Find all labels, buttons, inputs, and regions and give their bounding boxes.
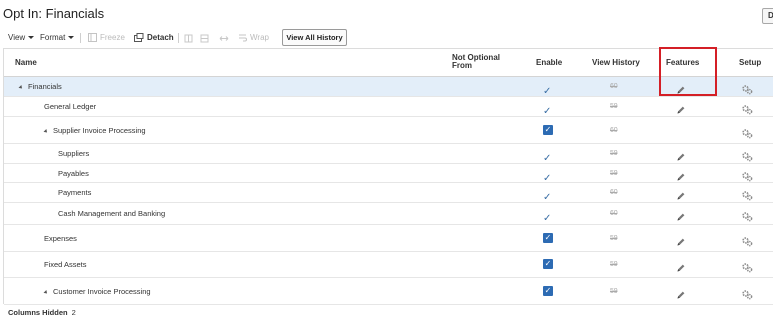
view-history-link[interactable]: 59 [610,288,618,295]
enable-checkbox[interactable]: ✓ [543,286,553,296]
pencil-icon[interactable] [676,260,686,278]
page-title: Opt In: Financials [3,6,105,21]
col-header-not-optional-from[interactable]: Not Optional From [452,54,512,70]
row-name: Supplier Invoice Processing [43,126,146,135]
wrap-label: Wrap [250,33,269,42]
chevron-down-icon [28,36,35,40]
table-row[interactable]: General Ledger ✓ 59 [4,97,773,117]
expand-arrows-icon[interactable] [219,34,229,43]
row-name-label: Expenses [44,234,77,243]
table-row[interactable]: Customer Invoice Processing ✓ 59 [4,278,773,305]
detach-label: Detach [147,33,174,42]
table-row[interactable]: Cash Management and Banking ✓ 60 [4,203,773,225]
col-header-enable[interactable]: Enable [536,59,562,67]
row-name: Financials [18,82,62,91]
view-history-link[interactable]: 59 [610,103,618,110]
freeze-icon [88,33,97,43]
view-history-link[interactable]: 59 [610,150,618,157]
columns-hidden-count: 2 [71,308,76,317]
opt-in-table: Name Not Optional From Enable View Histo… [3,48,773,305]
expand-toggle-icon[interactable] [43,289,49,295]
view-history-link[interactable]: 59 [610,261,618,268]
view-history-link[interactable]: 60 [610,127,618,134]
row-name: Customer Invoice Processing [43,287,151,296]
view-all-history-button[interactable]: View All History [282,29,347,46]
freeze-button[interactable]: Freeze [88,31,125,45]
wrap-icon [239,34,247,42]
view-menu[interactable]: View [8,31,35,45]
table-row[interactable]: Financials ✓ 60 [4,77,773,97]
detach-button[interactable]: Detach [134,31,174,45]
view-history-link[interactable]: 60 [610,210,618,217]
expand-toggle-icon[interactable] [18,84,24,90]
detach-icon [134,33,144,43]
view-history-link[interactable]: 60 [610,83,618,90]
table-row[interactable]: Supplier Invoice Processing ✓ 60 [4,117,773,144]
gears-icon[interactable] [742,287,753,305]
enable-checkbox[interactable]: ✓ [543,259,553,269]
view-history-link[interactable]: 60 [610,189,618,196]
gears-icon[interactable] [742,260,753,278]
format-menu-label: Format [40,33,66,42]
view-menu-label: View [8,33,26,42]
row-name-label: Suppliers [58,149,90,158]
pencil-icon[interactable] [676,234,686,252]
row-name-label: Payables [58,169,89,178]
pencil-icon[interactable] [676,287,686,305]
toolbar-divider [178,33,179,43]
columns-hidden-status: Columns Hidden 2 [8,308,76,317]
row-name: Cash Management and Banking [58,209,165,218]
row-name-label: Customer Invoice Processing [53,287,151,296]
row-name: Suppliers [58,149,89,158]
col-header-setup[interactable]: Setup [739,59,761,67]
row-name-label: Payments [58,188,92,197]
wrap-button[interactable]: Wrap [238,31,269,45]
row-name-label: General Ledger [44,102,97,111]
view-history-link[interactable]: 59 [610,235,618,242]
expand-toggle-icon[interactable] [43,128,49,134]
enabled-check-icon: ✓ [543,213,552,224]
table-row[interactable]: Payables ✓ 59 [4,164,773,184]
row-name: Payments [58,188,91,197]
format-menu[interactable]: Format [40,31,75,45]
enable-checkbox[interactable]: ✓ [543,233,553,243]
view-history-link[interactable]: 59 [610,170,618,177]
table-row[interactable]: Expenses ✓ 59 [4,225,773,252]
table-row[interactable]: Payments ✓ 60 [4,183,773,203]
enable-checkbox[interactable]: ✓ [543,125,553,135]
gears-icon[interactable] [742,234,753,252]
freeze-label: Freeze [100,33,125,42]
chevron-down-icon [68,36,75,40]
row-name: Fixed Assets [44,260,87,269]
row-name-label: Financials [28,82,62,91]
row-name: General Ledger [44,102,96,111]
columns-hidden-label: Columns Hidden [8,308,68,317]
row-name-label: Fixed Assets [44,260,87,269]
row-name-label: Cash Management and Banking [58,209,166,218]
toolbar: View Format Freeze Detach Wrap [0,29,773,47]
table-header: Name Not Optional From Enable View Histo… [4,49,773,77]
features-highlight-box [659,47,717,96]
column-sort-icon[interactable] [200,34,209,43]
col-header-name[interactable]: Name [15,59,37,67]
corner-button[interactable]: D [762,8,773,24]
gears-icon[interactable] [742,126,753,144]
table-row[interactable]: Fixed Assets ✓ 59 [4,252,773,278]
toolbar-divider [80,33,81,43]
col-header-view-history[interactable]: View History [592,59,640,67]
column-resize-icon[interactable] [184,34,193,43]
row-name: Expenses [44,234,77,243]
table-row[interactable]: Suppliers ✓ 59 [4,144,773,164]
row-name: Payables [58,169,89,178]
row-name-label: Supplier Invoice Processing [53,126,146,135]
